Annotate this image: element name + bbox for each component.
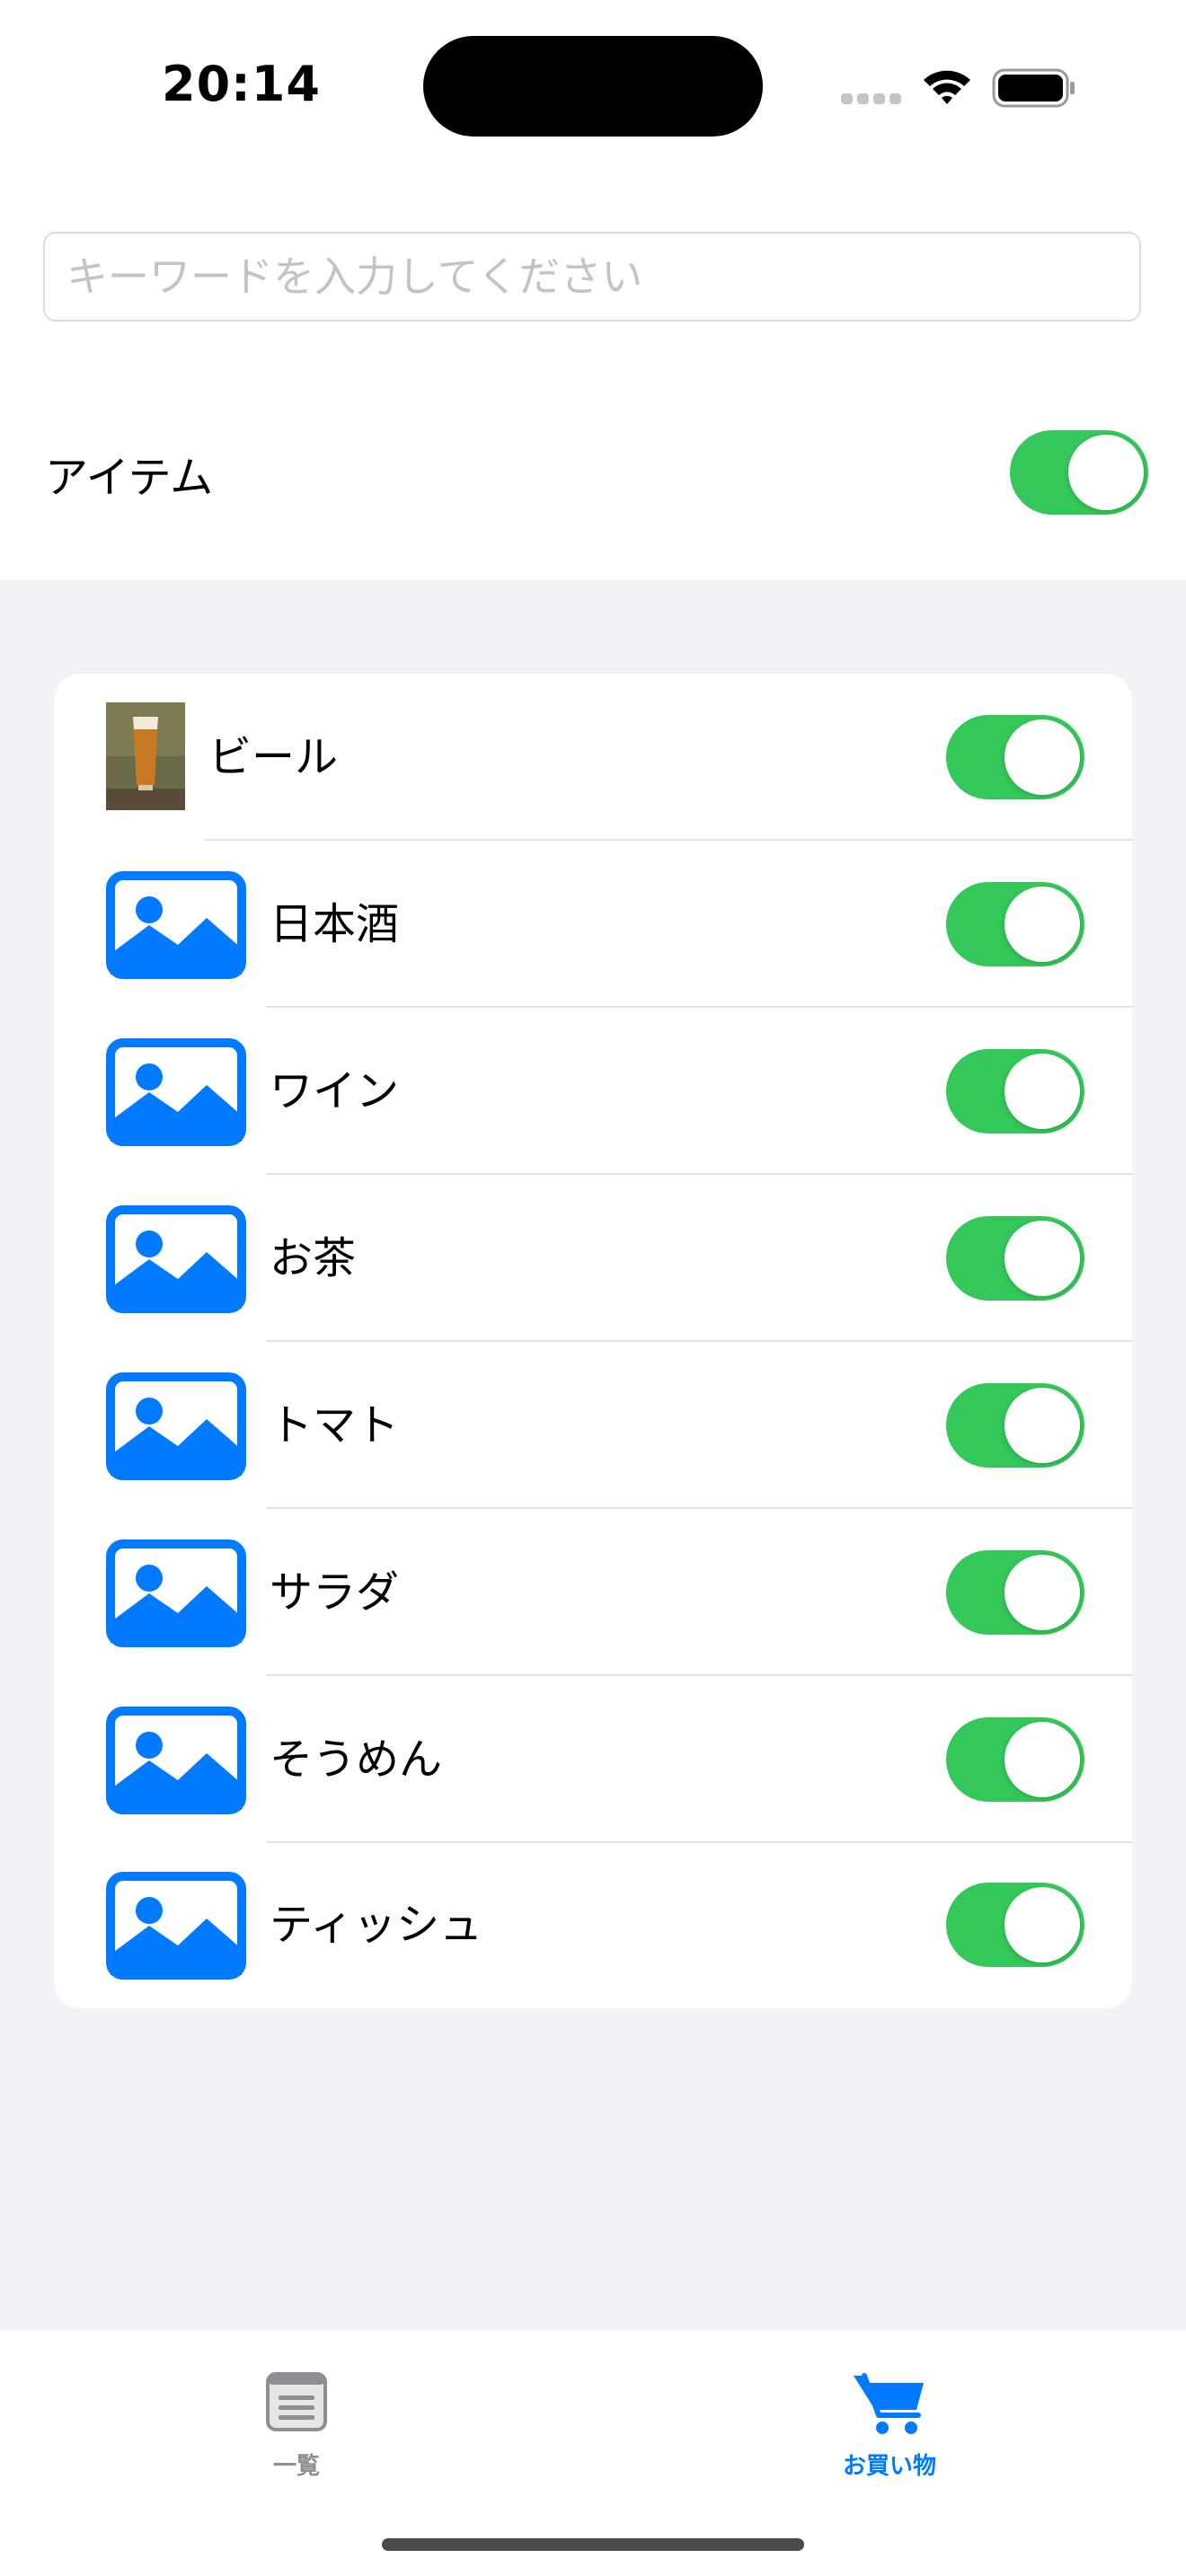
item-toggle[interactable] [946,882,1084,966]
item-toggle[interactable] [946,1717,1084,1802]
photo-placeholder-icon [106,1372,246,1480]
list-item[interactable]: ビール [54,674,1132,841]
section-label: アイテム [45,453,214,503]
tab-label: 一覧 [272,2453,320,2480]
item-toggle[interactable] [946,1550,1084,1635]
item-toggle[interactable] [946,1216,1084,1301]
item-toggle[interactable] [946,715,1084,799]
item-label: トマト [270,1400,400,1451]
photo-placeholder-icon [106,1872,246,1980]
section-header-row: アイテム [0,395,1186,548]
tab-shopping[interactable]: お買い物 [755,2331,1024,2510]
list-icon [266,2372,327,2431]
item-list: ビール 日本酒 ワイン お茶 トマト サラダ そうめん ティッシュ [54,674,1132,2008]
item-toggle[interactable] [946,1383,1084,1468]
search-field[interactable] [43,232,1141,322]
toggle-knob [1005,1887,1080,1963]
cart-icon [854,2373,924,2434]
list-item[interactable]: そうめん [54,1676,1132,1843]
toggle-knob [1005,1555,1080,1630]
item-label: サラダ [270,1567,400,1618]
beer-photo [106,702,185,810]
tab-label: お買い物 [842,2453,936,2480]
home-indicator[interactable] [382,2538,804,2551]
item-label: ティッシュ [270,1900,483,1950]
toggle-knob [1068,435,1144,510]
toggle-knob [1005,1722,1080,1797]
list-item[interactable]: お茶 [54,1175,1132,1342]
toggle-knob [1005,887,1080,962]
wifi-icon [924,70,970,104]
item-label: 日本酒 [270,899,400,949]
photo-placeholder-icon [106,1707,246,1814]
list-item[interactable]: サラダ [54,1509,1132,1676]
section-toggle[interactable] [1010,430,1148,515]
tab-list[interactable]: 一覧 [162,2331,431,2510]
list-item[interactable]: トマト [54,1342,1132,1509]
status-bar: 20:14 [0,0,1186,180]
toggle-knob [1005,719,1080,795]
item-toggle[interactable] [946,1883,1084,1967]
photo-placeholder-icon [106,871,246,979]
list-item[interactable]: ワイン [54,1008,1132,1175]
item-toggle[interactable] [946,1049,1084,1134]
toggle-knob [1005,1054,1080,1129]
list-item[interactable]: 日本酒 [54,841,1132,1008]
cellular-signal-icon [841,93,902,106]
battery-icon [992,68,1075,108]
list-item[interactable]: ティッシュ [54,1841,1132,2008]
dynamic-island [423,36,763,137]
item-label: ビール [208,732,339,782]
item-label: お茶 [270,1233,357,1284]
photo-placeholder-icon [106,1539,246,1647]
search-input[interactable] [65,251,1120,302]
toggle-knob [1005,1221,1080,1296]
item-label: ワイン [270,1066,400,1116]
item-label: そうめん [270,1734,443,1785]
photo-placeholder-icon [106,1038,246,1146]
photo-placeholder-icon [106,1205,246,1313]
status-time: 20:14 [162,56,321,112]
toggle-knob [1005,1388,1080,1463]
